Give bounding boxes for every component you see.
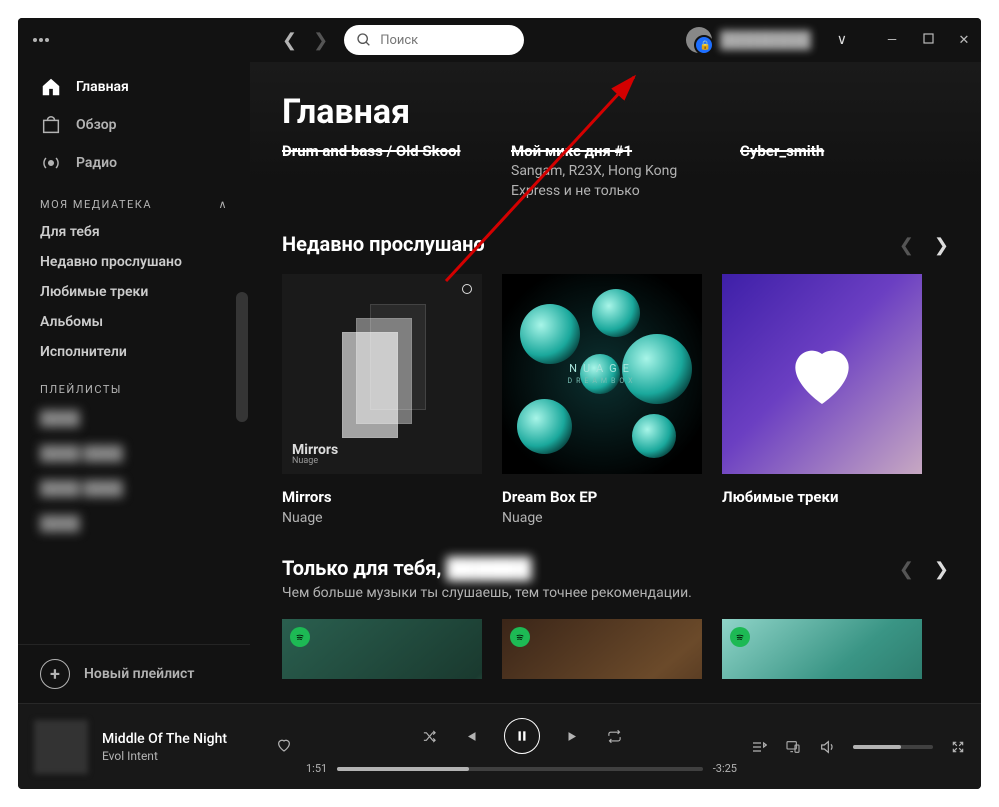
fullscreen-button[interactable] bbox=[951, 740, 965, 754]
sidebar-scrollbar[interactable] bbox=[236, 292, 248, 422]
carousel-prev[interactable]: ❮ bbox=[899, 235, 914, 256]
top-card[interactable]: Drum and bass / Old Skool bbox=[282, 142, 491, 201]
carousel-prev[interactable]: ❮ bbox=[899, 559, 914, 580]
chevron-up-icon[interactable]: ∧ bbox=[218, 198, 228, 211]
top-row: Drum and bass / Old Skool Мой микс дня #… bbox=[282, 142, 949, 202]
carousel-next[interactable]: ❯ bbox=[934, 235, 949, 256]
album-title: Dream Box EP bbox=[502, 488, 702, 506]
repeat-button[interactable] bbox=[607, 729, 622, 744]
sidebar-item-label: Главная bbox=[76, 79, 129, 95]
sidebar-header-library: МОЯ МЕДИАТЕКА ∧ bbox=[18, 182, 250, 217]
sidebar: Главная Обзор Радио МОЯ МЕДИАТЕКА ∧ Для … bbox=[18, 62, 250, 703]
card-title: Drum and bass / Old Skool bbox=[282, 142, 491, 160]
album-card[interactable]: Любимые треки bbox=[722, 274, 922, 526]
album-artist: Nuage bbox=[282, 510, 482, 526]
card-title: Cyber_smith bbox=[740, 142, 949, 160]
avatar: 🔒 bbox=[686, 27, 712, 53]
new-playlist-label: Новый плейлист bbox=[84, 666, 194, 682]
mix-card[interactable] bbox=[722, 619, 922, 679]
carousel-next[interactable]: ❯ bbox=[934, 559, 949, 580]
spotify-icon bbox=[510, 627, 530, 647]
search-box[interactable] bbox=[344, 25, 524, 55]
card-subtitle: Sangam, R23X, Hong Kong Express и не тол… bbox=[511, 162, 720, 201]
time-remaining: -3:25 bbox=[713, 762, 737, 775]
next-button[interactable] bbox=[566, 729, 581, 744]
lock-icon: 🔒 bbox=[697, 38, 713, 54]
sidebar-item-radio[interactable]: Радио bbox=[18, 144, 250, 182]
heart-icon bbox=[782, 334, 862, 414]
devices-button[interactable] bbox=[785, 739, 801, 755]
playlist-item[interactable]: ████ ████ bbox=[40, 480, 228, 497]
now-playing-title[interactable]: Middle Of The Night bbox=[102, 731, 252, 747]
mix-card[interactable] bbox=[502, 619, 702, 679]
previous-button[interactable] bbox=[463, 729, 478, 744]
pause-button[interactable] bbox=[504, 718, 540, 754]
sidebar-item-liked[interactable]: Любимые треки bbox=[18, 277, 250, 307]
main-content: Главная Drum and bass / Old Skool Мой ми… bbox=[250, 62, 981, 703]
window-maximize[interactable] bbox=[921, 33, 935, 48]
shuffle-button[interactable] bbox=[422, 729, 437, 744]
sidebar-item-recent[interactable]: Недавно прослушано bbox=[18, 247, 250, 277]
time-elapsed: 1:51 bbox=[306, 762, 327, 775]
plus-icon: + bbox=[40, 659, 70, 689]
section-title-recent: Недавно прослушано bbox=[282, 232, 485, 256]
album-art: NUAGEDREAMBOX bbox=[502, 274, 702, 474]
card-title: Мой микс дня #1 bbox=[511, 142, 720, 160]
volume-slider[interactable] bbox=[853, 745, 933, 749]
playlist-item[interactable]: ████ bbox=[40, 410, 228, 427]
radio-icon bbox=[40, 152, 62, 174]
album-title: Любимые треки bbox=[722, 488, 922, 506]
window-minimize[interactable]: — bbox=[885, 33, 899, 48]
album-artist: Nuage bbox=[502, 510, 702, 526]
album-art: MirrorsNuage bbox=[282, 274, 482, 474]
volume-button[interactable] bbox=[819, 739, 835, 755]
top-card[interactable]: Мой микс дня #1 Sangam, R23X, Hong Kong … bbox=[511, 142, 720, 201]
queue-button[interactable] bbox=[751, 739, 767, 755]
sidebar-item-label: Обзор bbox=[76, 117, 117, 133]
sidebar-item-home[interactable]: Главная bbox=[18, 68, 250, 106]
sidebar-item-artists[interactable]: Исполнители bbox=[18, 337, 250, 367]
home-icon bbox=[40, 76, 62, 98]
chevron-down-icon: ∨ bbox=[837, 32, 847, 48]
nav-back[interactable]: ❮ bbox=[282, 30, 297, 51]
search-input[interactable] bbox=[380, 33, 512, 48]
album-art bbox=[722, 274, 922, 474]
playlists-list: ████ ████ ████ ████ ████ ████ bbox=[18, 402, 250, 540]
now-playing-art[interactable] bbox=[34, 720, 88, 774]
window-close[interactable]: ✕ bbox=[957, 33, 971, 48]
section-title-foryou: Только для тебя, ██████ bbox=[282, 556, 692, 581]
spotify-icon bbox=[730, 627, 750, 647]
sidebar-header-playlists: ПЛЕЙЛИСТЫ bbox=[18, 367, 250, 402]
browse-icon bbox=[40, 114, 62, 136]
playlist-item[interactable]: ████ ████ bbox=[40, 445, 228, 462]
spotify-icon bbox=[290, 627, 310, 647]
album-card[interactable]: NUAGEDREAMBOX Dream Box EP Nuage bbox=[502, 274, 702, 526]
now-playing-artist[interactable]: Evol Intent bbox=[102, 749, 252, 763]
section-subtitle: Чем больше музыки ты слушаешь, тем точне… bbox=[282, 585, 692, 601]
new-playlist-button[interactable]: + Новый плейлист bbox=[18, 644, 250, 703]
menu-dots[interactable] bbox=[26, 38, 56, 42]
playlist-item[interactable]: ████ bbox=[40, 515, 228, 532]
sidebar-item-for-you[interactable]: Для тебя bbox=[18, 217, 250, 247]
player-bar: Middle Of The Night Evol Intent 1:51 -3:… bbox=[18, 703, 981, 789]
like-button[interactable] bbox=[276, 737, 292, 757]
sidebar-item-albums[interactable]: Альбомы bbox=[18, 307, 250, 337]
nav-forward[interactable]: ❯ bbox=[313, 30, 328, 51]
album-title: Mirrors bbox=[282, 488, 482, 506]
top-card[interactable]: Cyber_smith bbox=[740, 142, 949, 201]
album-card[interactable]: MirrorsNuage Mirrors Nuage bbox=[282, 274, 482, 526]
user-name: ████████ bbox=[720, 30, 811, 50]
user-menu[interactable]: 🔒 ████████ ∨ bbox=[686, 27, 847, 53]
page-title: Главная bbox=[282, 62, 949, 150]
sidebar-item-label: Радио bbox=[76, 155, 117, 171]
sidebar-item-browse[interactable]: Обзор bbox=[18, 106, 250, 144]
progress-bar[interactable] bbox=[337, 767, 703, 771]
search-icon bbox=[356, 32, 372, 48]
mix-card[interactable] bbox=[282, 619, 482, 679]
